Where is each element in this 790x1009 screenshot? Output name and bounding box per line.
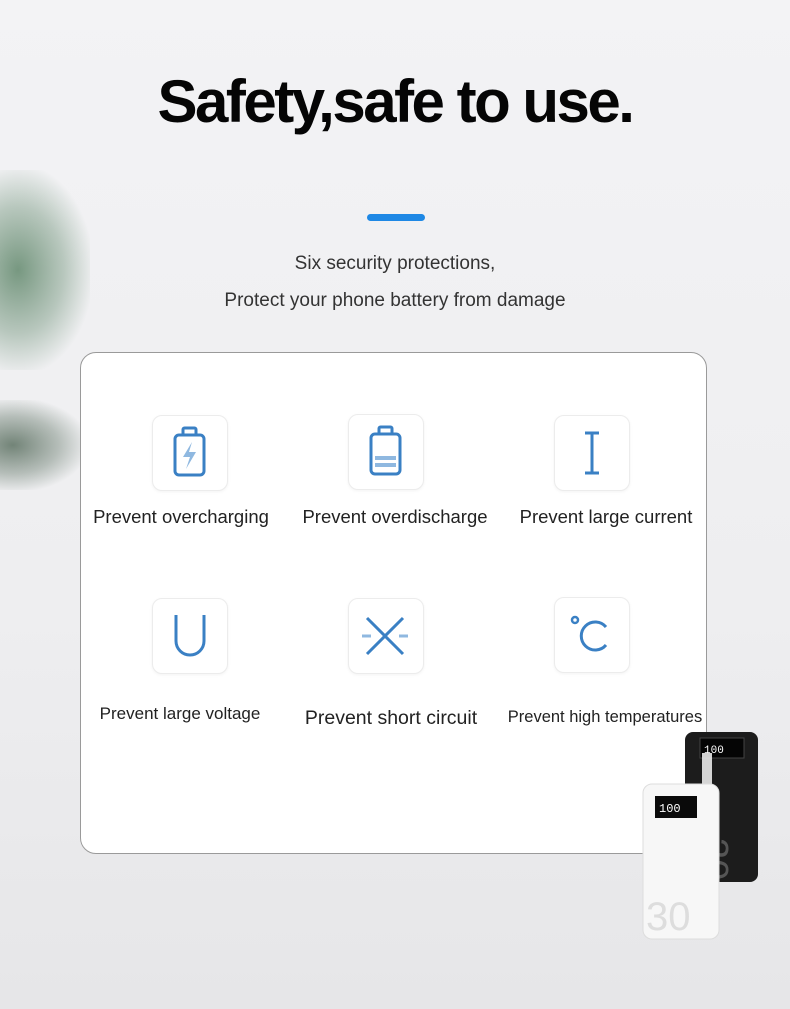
battery-low-icon [348, 414, 424, 490]
power-bank-product-image: 100 30 100 30 [640, 728, 765, 943]
battery-charging-icon [152, 415, 228, 491]
feature-label: Prevent overcharging [93, 506, 269, 527]
short-circuit-x-icon [348, 598, 424, 674]
feature-label: Prevent short circuit [304, 707, 478, 729]
svg-text:100: 100 [659, 802, 681, 816]
feature-label: Prevent high temperatures [507, 708, 703, 726]
current-i-icon [554, 415, 630, 491]
feature-label: Prevent large voltage [99, 704, 261, 723]
page-title: Safety,safe to use. [157, 68, 635, 135]
subtitle-line-1: Six security protections, [294, 253, 496, 274]
voltage-u-icon [152, 598, 228, 674]
subtitle-line-2: Protect your phone battery from damage [224, 290, 566, 311]
accent-divider [367, 214, 425, 221]
feature-label: Prevent large current [519, 506, 693, 527]
background-plant-blur [0, 400, 85, 490]
svg-text:30: 30 [646, 895, 691, 939]
celsius-icon [554, 597, 630, 673]
feature-label: Prevent overdischarge [302, 506, 488, 527]
